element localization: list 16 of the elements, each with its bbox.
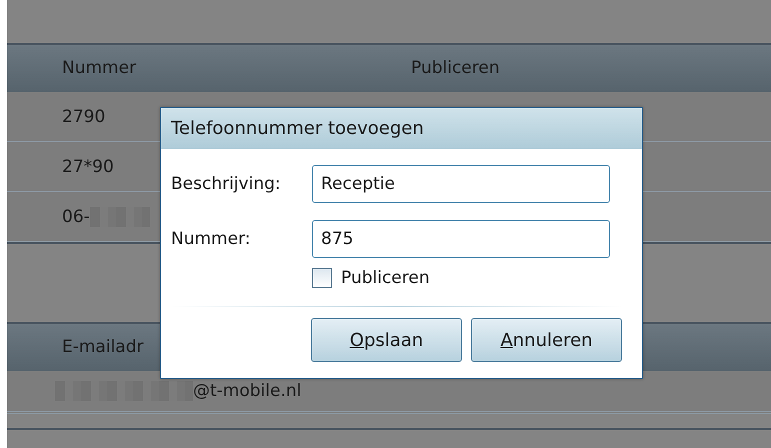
column-header: E-mailadr [62, 337, 144, 357]
table-cell: 06- [62, 206, 90, 226]
dialog-button[interactable]: Annuleren [471, 318, 622, 362]
table-cell: 27*90 [62, 156, 114, 176]
column-header: Publiceren [411, 58, 500, 78]
checkbox[interactable] [312, 268, 332, 288]
table-cell: 2790 [62, 106, 106, 126]
checkbox-label[interactable]: Publiceren [341, 268, 430, 288]
input-field[interactable]: Receptie [312, 164, 610, 202]
dialog-button[interactable]: Opslaan [311, 318, 462, 362]
table-cell: @t-mobile.nl [193, 381, 302, 401]
column-header: Nummer [62, 58, 136, 78]
dialog-title: Telefoonnummer toevoegen [161, 108, 642, 149]
field-label: Nummer: [171, 228, 252, 248]
input-field[interactable]: 875 [312, 220, 610, 258]
field-label: Beschrijving: [171, 174, 282, 194]
